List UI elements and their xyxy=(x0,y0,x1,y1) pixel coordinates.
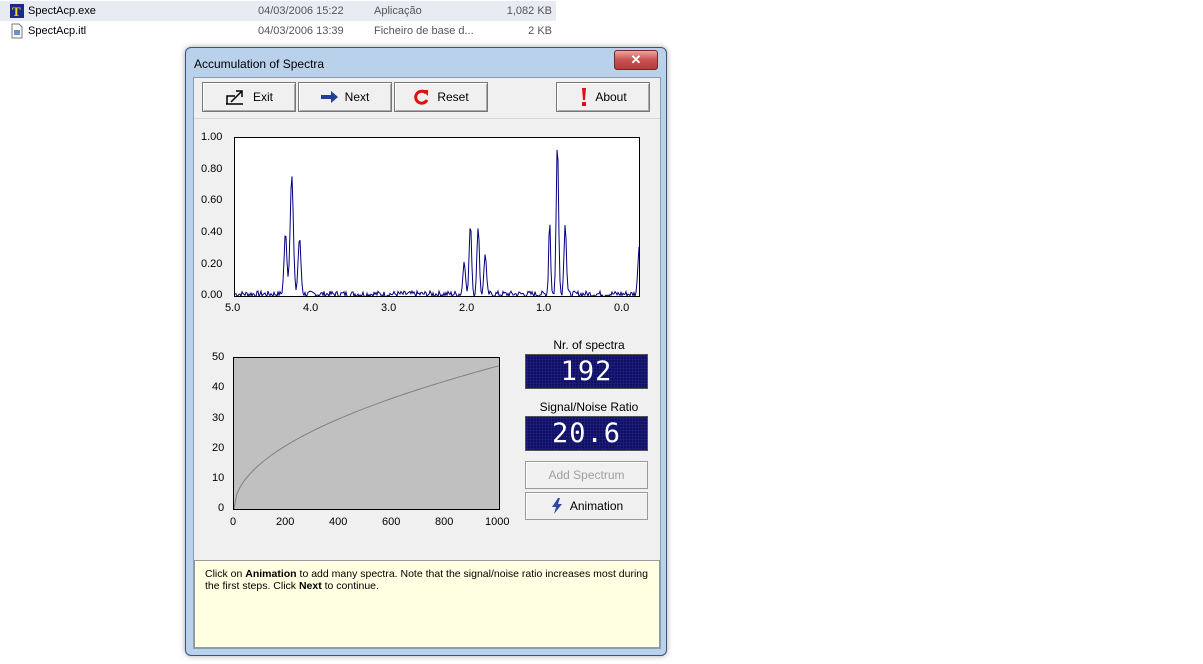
arrow-right-icon xyxy=(320,91,338,103)
sn-x-tick: 200 xyxy=(276,516,295,528)
reset-icon xyxy=(414,89,429,105)
spectrum-y-tick: 0.60 xyxy=(201,194,223,206)
sn-y-tick: 40 xyxy=(212,381,225,393)
file-size: 2 KB xyxy=(528,25,552,37)
spectra-count-display: 192 xyxy=(525,354,648,389)
file-date: 04/03/2006 15:22 xyxy=(258,5,344,17)
window-title: Accumulation of Spectra xyxy=(194,57,325,71)
lightning-icon xyxy=(551,498,562,514)
exit-button[interactable]: Exit xyxy=(202,82,296,112)
sn-x-tick: 600 xyxy=(382,516,401,528)
file-name: SpectAcp.exe xyxy=(28,5,96,17)
sn-x-tick: 800 xyxy=(435,516,454,528)
spectrum-x-tick: 5.0 xyxy=(225,302,241,314)
about-button[interactable]: About xyxy=(556,82,650,112)
sn-x-tick: 1000 xyxy=(485,516,510,528)
sn-y-tick: 0 xyxy=(218,502,225,514)
file-type: Ficheiro de base d... xyxy=(374,25,474,37)
reset-button[interactable]: Reset xyxy=(394,82,488,112)
app-window: Accumulation of Spectra ✕ Exit Next Rese… xyxy=(185,47,667,656)
info-bold: Animation xyxy=(245,568,297,580)
spectrum-y-tick: 0.20 xyxy=(201,258,223,270)
exclamation-icon xyxy=(582,88,587,106)
snr-value: 20.6 xyxy=(551,418,622,449)
snr-display: 20.6 xyxy=(525,416,648,451)
exit-door-icon xyxy=(225,90,243,105)
animation-label: Animation xyxy=(569,499,624,513)
spectra-count-value: 192 xyxy=(560,356,613,387)
next-label: Next xyxy=(344,90,370,104)
toolbar: Exit Next Reset About xyxy=(194,78,660,119)
spectrum-x-tick: 1.0 xyxy=(536,302,552,314)
spectrum-y-tick: 1.00 xyxy=(201,131,223,143)
file-row-exe[interactable]: T SpectAcp.exe 04/03/2006 15:22 Aplicaçã… xyxy=(0,1,556,21)
spectrum-x-tick: 0.0 xyxy=(614,302,630,314)
sn-y-tick: 30 xyxy=(212,412,225,424)
title-bar[interactable]: Accumulation of Spectra ✕ xyxy=(186,48,666,76)
instructions-panel: Click on Animation to add many spectra. … xyxy=(194,560,660,648)
signal-noise-plot xyxy=(233,357,500,510)
spectra-count-label: Nr. of spectra xyxy=(553,338,625,352)
file-type: Aplicação xyxy=(374,5,422,17)
sn-y-tick: 50 xyxy=(212,351,225,363)
info-text: Click on xyxy=(205,568,246,580)
spectrum-line xyxy=(235,149,639,296)
window-client: Exit Next Reset About 1.00 0.80 0.60 0.4… xyxy=(193,77,661,649)
spectrum-y-tick: 0.80 xyxy=(201,163,223,175)
sn-y-tick: 20 xyxy=(212,442,225,454)
exit-label: Exit xyxy=(252,90,273,104)
signal-noise-curve xyxy=(234,365,499,509)
app-icon: T xyxy=(10,4,24,19)
instructions-text: Click on Animation to add many spectra. … xyxy=(195,561,659,599)
close-icon: ✕ xyxy=(630,52,642,67)
file-size: 1,082 KB xyxy=(506,5,552,17)
spectrum-x-tick: 3.0 xyxy=(381,302,397,314)
reset-label: Reset xyxy=(437,90,469,104)
spectrum-plot xyxy=(234,137,640,297)
sn-x-tick: 0 xyxy=(230,516,237,528)
file-row-itl[interactable]: SpectAcp.itl 04/03/2006 13:39 Ficheiro d… xyxy=(0,21,556,41)
file-icon xyxy=(11,23,23,39)
sn-x-tick: 400 xyxy=(329,516,348,528)
svg-text:T: T xyxy=(12,4,21,19)
snr-label: Signal/Noise Ratio xyxy=(539,400,639,414)
spectrum-x-tick: 2.0 xyxy=(459,302,475,314)
spectrum-y-tick: 0.40 xyxy=(201,226,223,238)
add-spectrum-button[interactable]: Add Spectrum xyxy=(525,461,648,489)
sn-y-tick: 10 xyxy=(212,472,225,484)
info-bold: Next xyxy=(298,580,322,592)
spectrum-x-tick: 4.0 xyxy=(303,302,319,314)
file-name: SpectAcp.itl xyxy=(28,25,87,37)
file-date: 04/03/2006 13:39 xyxy=(258,25,344,37)
add-spectrum-label: Add Spectrum xyxy=(548,468,625,482)
about-label: About xyxy=(595,90,627,104)
close-button[interactable]: ✕ xyxy=(614,50,658,70)
info-text: to continue. xyxy=(321,580,379,592)
animation-button[interactable]: Animation xyxy=(525,492,648,520)
next-button[interactable]: Next xyxy=(298,82,392,112)
spectrum-y-tick: 0.00 xyxy=(201,289,223,301)
